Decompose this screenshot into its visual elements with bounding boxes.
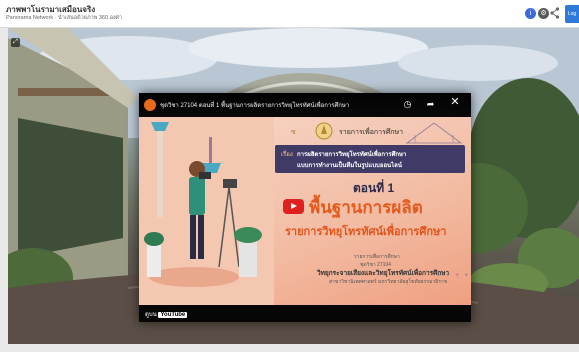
youtube-play-icon[interactable] bbox=[283, 199, 304, 214]
gear-icon: ⚙ bbox=[540, 10, 547, 17]
watch-on-youtube-button[interactable]: ดูบน YouTube bbox=[145, 309, 188, 319]
bottom-bar bbox=[0, 344, 579, 352]
video-modal: ซ รายการเพื่อการศึกษา เรื่อง การผลิตรายก… bbox=[139, 93, 471, 322]
topic-line-2: แบบการทำงานเป็นทีมในรูปแบบออนไลน์ bbox=[297, 163, 402, 169]
app-header: ภาพพาโนรามาเสมือนจริง Panorama Network ·… bbox=[0, 0, 579, 28]
youtube-logo: YouTube bbox=[158, 312, 188, 318]
expand-icon: ⤢ bbox=[13, 39, 18, 45]
video-thumbnail[interactable]: ซ รายการเพื่อการศึกษา เรื่อง การผลิตรายก… bbox=[139, 117, 471, 305]
share-arrow-icon: ➦ bbox=[426, 99, 435, 109]
video-header: ชุดวิชา 27104 ตอนที่ 1 พื้นฐานการผลิตราย… bbox=[139, 93, 471, 117]
settings-button[interactable]: ⚙ bbox=[538, 8, 549, 19]
decorative-dots: + + + + bbox=[437, 273, 471, 279]
university-seal-icon bbox=[315, 122, 333, 140]
video-title[interactable]: ชุดวิชา 27104 ตอนที่ 1 พื้นฐานการผลิตราย… bbox=[160, 100, 400, 110]
video-footer: ดูบน YouTube bbox=[139, 305, 471, 322]
close-icon: ✕ bbox=[450, 96, 460, 108]
share-video-button[interactable]: ➦ bbox=[425, 99, 436, 110]
topic-box: เรื่อง การผลิตรายการวิทยุโทรทัศน์เพื่อกา… bbox=[275, 145, 465, 173]
credit-line-1: รายการเพื่อการศึกษา bbox=[354, 254, 400, 260]
share-icon[interactable] bbox=[550, 7, 560, 19]
building-sketch bbox=[405, 122, 463, 144]
subheadline: รายการวิทยุโทรทัศน์เพื่อการศึกษา bbox=[285, 226, 447, 238]
credit-line-3: วิทยุกระจายเสียงและวิทยุโทรทัศน์เพื่อการ… bbox=[317, 270, 450, 277]
watch-on-label: ดูบน bbox=[145, 312, 157, 318]
headline: พื้นฐานการผลิต bbox=[309, 198, 423, 217]
fullscreen-button[interactable]: ⤢ bbox=[11, 38, 20, 47]
login-button[interactable]: Log bbox=[565, 5, 579, 23]
clock-icon: ◷ bbox=[403, 99, 412, 109]
topic-line-1: การผลิตรายการวิทยุโทรทัศน์เพื่อการศึกษา bbox=[297, 152, 407, 158]
channel-avatar[interactable] bbox=[144, 99, 156, 111]
tiny-tag: ซ bbox=[291, 129, 296, 136]
close-modal-button[interactable]: ✕ bbox=[449, 96, 461, 108]
info-icon: i bbox=[529, 10, 532, 17]
illustration-photographer bbox=[139, 117, 274, 305]
credit-line-4: สาขาวิชานิเทศศาสตร์ มหาวิทยาลัยสุโขทัยธร… bbox=[329, 279, 448, 285]
topic-label: เรื่อง bbox=[281, 152, 293, 158]
programme-label: รายการเพื่อการศึกษา bbox=[339, 129, 404, 136]
info-button[interactable]: i bbox=[525, 8, 536, 19]
left-gutter bbox=[0, 28, 8, 352]
app-subtitle: Panorama Network · นำเสนอด้วยภาพ 360 องศ… bbox=[6, 15, 123, 21]
watch-later-button[interactable]: ◷ bbox=[402, 99, 413, 110]
